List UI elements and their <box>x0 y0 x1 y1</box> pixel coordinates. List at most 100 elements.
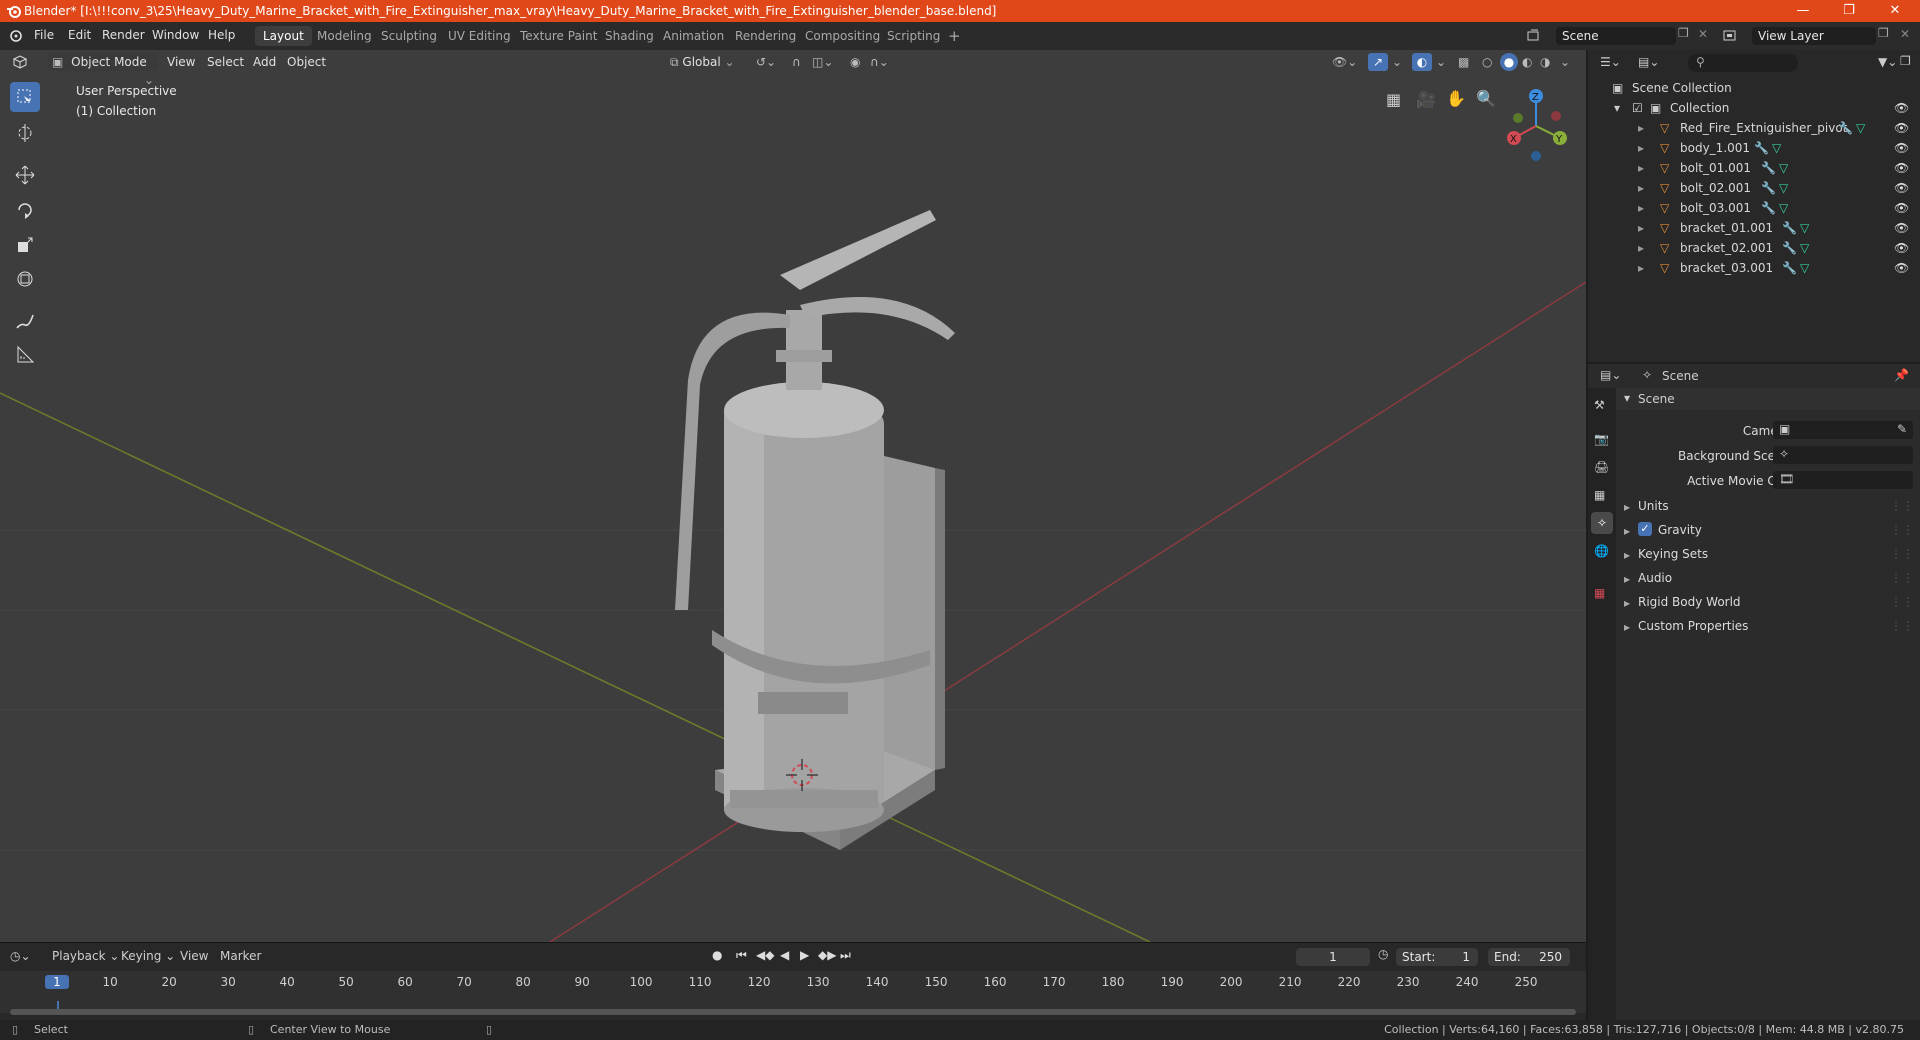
falloff-icon[interactable]: ∩⌄ <box>870 53 889 71</box>
disclosure-triangle-icon[interactable]: ▸ <box>1638 238 1644 258</box>
outliner-object-row[interactable]: ▸ ▽ bolt_03.001 🔧 ▽ 👁 <box>1588 198 1920 218</box>
mesh-data-icon[interactable]: ▽ <box>1779 158 1788 178</box>
disclosure-triangle-icon[interactable]: ▾ <box>1614 98 1620 118</box>
delete-view-layer-icon[interactable]: ✕ <box>1900 27 1910 41</box>
tab-texture-paint[interactable]: Texture Paint <box>512 26 605 46</box>
rendered-shading-icon[interactable]: ◑ <box>1540 53 1550 71</box>
frame-ruler[interactable]: 1 10 20 30 40 50 60 70 80 90 100 110 120 130 140 150 160… <box>0 971 1586 1013</box>
minimize-button[interactable]: — <box>1780 0 1826 22</box>
modifier-wrench-icon[interactable]: 🔧 <box>1754 138 1769 158</box>
new-collection-icon[interactable]: ❐ <box>1900 54 1911 68</box>
outliner-object-row[interactable]: ▸ ▽ body_1.001 🔧 ▽ 👁 <box>1588 138 1920 158</box>
start-frame-field[interactable]: Start: 1 <box>1396 948 1478 966</box>
disclosure-triangle-icon[interactable]: ▸ <box>1638 118 1644 138</box>
tab-uv-editing[interactable]: UV Editing <box>440 26 519 46</box>
tab-compositing[interactable]: Compositing <box>797 26 888 46</box>
drag-handle-icon[interactable]: ⋮⋮ <box>1890 595 1914 609</box>
visibility-eye-icon[interactable]: 👁 <box>1894 198 1909 218</box>
tool-measure[interactable] <box>10 340 40 370</box>
disclosure-triangle-icon[interactable]: ▸ <box>1638 198 1644 218</box>
new-scene-icon[interactable]: ❐ <box>1678 26 1689 40</box>
disclosure-triangle-icon[interactable]: ▸ <box>1638 218 1644 238</box>
visibility-filter-icon[interactable]: 👁⌄ <box>1332 53 1357 71</box>
editor-type-icon[interactable] <box>12 55 34 69</box>
gravity-checkbox[interactable]: ✓ <box>1638 522 1652 536</box>
scene-field[interactable]: Scene <box>1556 27 1676 45</box>
disclosure-triangle-icon[interactable]: ▸ <box>1638 138 1644 158</box>
xray-toggle-icon[interactable]: ▩ <box>1458 53 1469 71</box>
menu-select[interactable]: Select <box>207 53 244 71</box>
prev-keyframe-icon[interactable]: ◀◆ <box>756 948 774 962</box>
snap-target-icon[interactable]: ◫⌄ <box>812 53 833 71</box>
navigation-gizmo[interactable]: Z Y X <box>1496 82 1576 172</box>
texture-tab-icon[interactable]: ▦ <box>1594 586 1605 600</box>
world-tab-icon[interactable]: 🌐 <box>1594 544 1609 558</box>
mesh-data-icon[interactable]: ▽ <box>1779 198 1788 218</box>
end-frame-field[interactable]: End: 250 <box>1488 948 1570 966</box>
outliner-collection[interactable]: ▾ ☑ ▣ Collection 👁 <box>1588 98 1920 118</box>
view-layer-tab-icon[interactable]: ▦ <box>1594 488 1605 502</box>
outliner-object-row[interactable]: ▸ ▽ bolt_01.001 🔧 ▽ 👁 <box>1588 158 1920 178</box>
outliner-editor-type-icon[interactable]: ☰⌄ <box>1600 55 1621 69</box>
pin-icon[interactable]: 📌 <box>1894 368 1909 382</box>
section-rigid-body-world[interactable]: ▸ Rigid Body World ⋮⋮ <box>1616 594 1920 616</box>
section-audio[interactable]: ▸ Audio ⋮⋮ <box>1616 570 1920 592</box>
camera-view-icon[interactable]: 🎥 <box>1416 90 1436 109</box>
mesh-data-icon[interactable]: ▽ <box>1800 238 1809 258</box>
close-button[interactable]: ✕ <box>1872 0 1918 22</box>
chevron-down-icon[interactable]: ⌄ <box>1560 53 1570 71</box>
view-layer-field[interactable]: View Layer <box>1752 27 1876 45</box>
tab-sculpting[interactable]: Sculpting <box>373 26 445 46</box>
snap-icon[interactable]: ∩ <box>792 53 801 71</box>
jump-end-icon[interactable]: ⏭ <box>840 948 851 963</box>
preview-range-icon[interactable]: ◷ <box>1378 947 1388 961</box>
menu-edit[interactable]: Edit <box>68 28 91 42</box>
pivot-point-icon[interactable]: ↺⌄ <box>756 53 776 71</box>
current-frame-field[interactable]: 1 <box>1296 948 1370 966</box>
tool-cursor[interactable] <box>10 118 40 148</box>
menu-marker[interactable]: Marker <box>220 949 261 963</box>
toggle-perspective-icon[interactable]: ▦ <box>1386 90 1401 109</box>
transform-orientation-dropdown[interactable]: ⧉ Global ⌄ <box>670 53 744 71</box>
disclosure-triangle-icon[interactable]: ▸ <box>1638 178 1644 198</box>
tool-select-box[interactable] <box>10 82 40 112</box>
modifier-wrench-icon[interactable]: 🔧 <box>1782 238 1797 258</box>
menu-window[interactable]: Window <box>152 28 199 42</box>
tab-rendering[interactable]: Rendering <box>727 26 804 46</box>
disclosure-triangle-icon[interactable]: ▸ <box>1638 158 1644 178</box>
outliner-object-row[interactable]: ▸ ▽ bracket_01.001 🔧 ▽ 👁 <box>1588 218 1920 238</box>
visibility-eye-icon[interactable]: 👁 <box>1894 118 1909 138</box>
menu-keying[interactable]: Keying ⌄ <box>121 949 175 963</box>
tab-shading[interactable]: Shading <box>597 26 662 46</box>
menu-add[interactable]: Add <box>253 53 276 71</box>
clock-icon[interactable]: ◷⌄ <box>10 949 31 963</box>
mesh-data-icon[interactable]: ▽ <box>1800 218 1809 238</box>
mesh-data-icon[interactable]: ▽ <box>1856 118 1865 138</box>
drag-handle-icon[interactable]: ⋮⋮ <box>1890 523 1914 537</box>
solid-shading-icon[interactable]: ● <box>1500 53 1518 71</box>
chevron-down-icon[interactable]: ⌄ <box>1392 53 1402 71</box>
mesh-data-icon[interactable]: ▽ <box>1779 178 1788 198</box>
modifier-wrench-icon[interactable]: 🔧 <box>1782 218 1797 238</box>
gizmo-toggle-icon[interactable]: ↗ <box>1368 53 1388 71</box>
tool-move[interactable] <box>10 160 40 190</box>
tool-rotate[interactable] <box>10 195 40 225</box>
jump-start-icon[interactable]: ⏮ <box>736 948 747 963</box>
background-scene-field[interactable]: ✧ <box>1773 446 1913 464</box>
visibility-eye-icon[interactable]: 👁 <box>1894 218 1909 238</box>
mesh-data-icon[interactable]: ▽ <box>1800 258 1809 278</box>
record-icon[interactable]: ● <box>712 948 722 962</box>
tab-animation[interactable]: Animation <box>655 26 732 46</box>
render-tab-icon[interactable]: 📷 <box>1594 432 1609 446</box>
disclosure-triangle-icon[interactable]: ▸ <box>1638 258 1644 278</box>
modifier-wrench-icon[interactable]: 🔧 <box>1761 178 1776 198</box>
drag-handle-icon[interactable]: ⋮⋮ <box>1890 499 1914 513</box>
drag-handle-icon[interactable]: ⋮⋮ <box>1890 571 1914 585</box>
outliner-object-row[interactable]: ▸ ▽ bracket_02.001 🔧 ▽ 👁 <box>1588 238 1920 258</box>
visibility-eye-icon[interactable]: 👁 <box>1894 258 1909 278</box>
display-mode-icon[interactable]: ▤⌄ <box>1638 55 1659 69</box>
section-keying-sets[interactable]: ▸ Keying Sets ⋮⋮ <box>1616 546 1920 568</box>
modifier-wrench-icon[interactable]: 🔧 <box>1761 158 1776 178</box>
outliner-scene-collection[interactable]: ▣ Scene Collection <box>1588 78 1920 98</box>
menu-render[interactable]: Render <box>102 28 145 42</box>
